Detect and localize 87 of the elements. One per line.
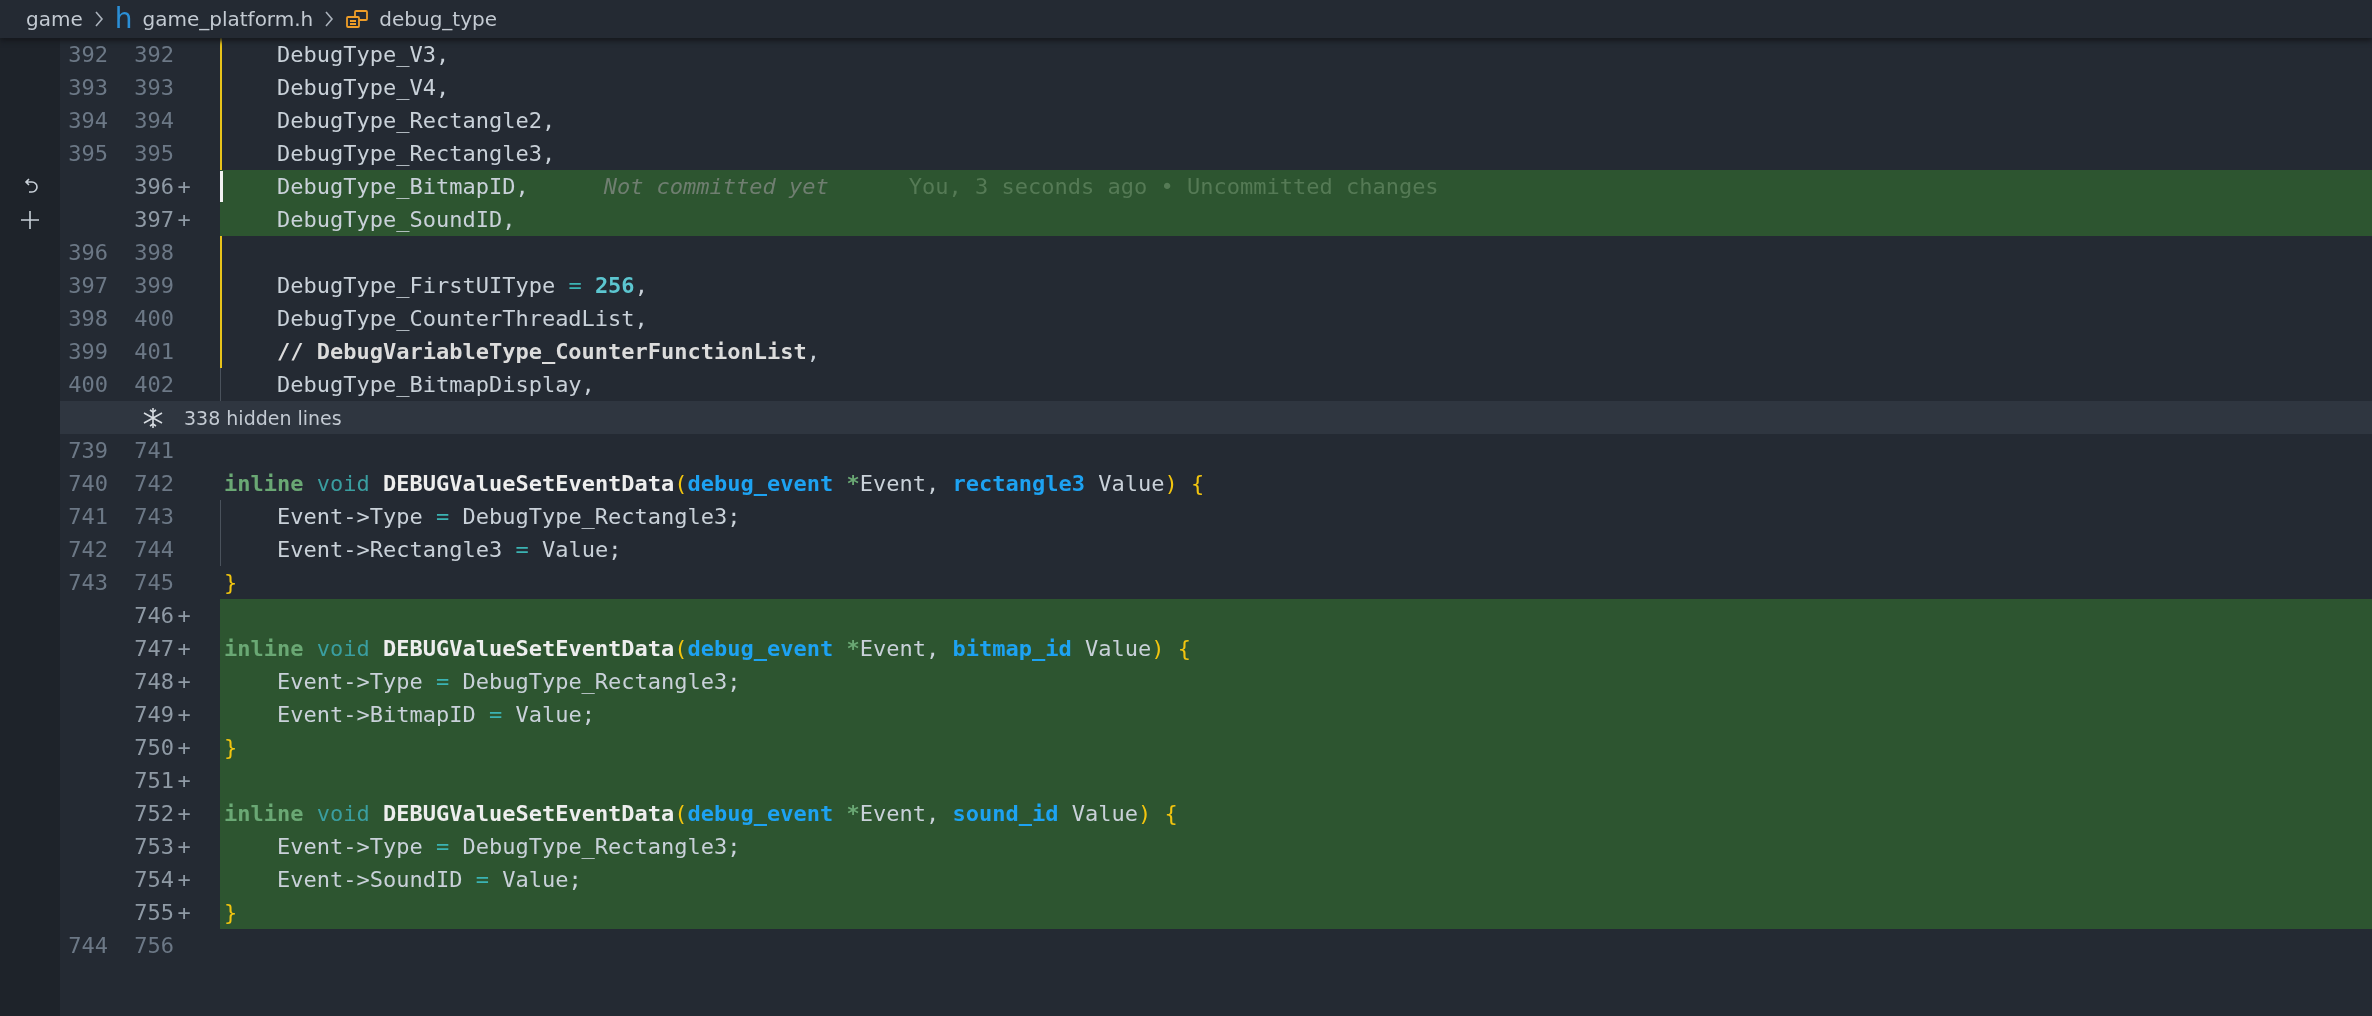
added-sign: +	[176, 701, 192, 729]
line-number: 742	[133, 470, 174, 498]
line-number: 400	[67, 371, 108, 399]
line-number: 753	[133, 833, 174, 861]
line-number: 739	[67, 437, 108, 465]
line-number: 395	[133, 140, 174, 168]
line-number: 751	[133, 767, 174, 795]
line-number: 745	[133, 569, 174, 597]
line-number: 756	[133, 932, 174, 960]
code-line: Event->Rectangle3 = Value;	[275, 537, 622, 562]
added-sign: +	[176, 833, 192, 861]
code-line: DebugType_BitmapDisplay,	[275, 372, 595, 397]
line-number: 398	[67, 305, 108, 333]
added-sign: +	[176, 602, 192, 630]
line-number: 397	[67, 272, 108, 300]
code-line: }	[224, 570, 238, 595]
breadcrumb-item[interactable]: debug_type	[379, 7, 497, 31]
code-line: inline void DEBUGValueSetEventData(debug_event *Event, sound_id Value) {	[224, 801, 1178, 826]
line-number: 752	[133, 800, 174, 828]
line-number: 743	[67, 569, 108, 597]
code-line: // DebugVariableType_CounterFunctionList,	[275, 339, 821, 364]
breadcrumb-item[interactable]: game	[26, 7, 83, 31]
line-number: 394	[133, 107, 174, 135]
line-number: 393	[67, 74, 108, 102]
file-type-icon: h	[114, 5, 133, 33]
line-number: 402	[133, 371, 174, 399]
line-number: 398	[133, 239, 174, 267]
added-sign: +	[176, 899, 192, 927]
line-number: 755	[133, 899, 174, 927]
code-line: DebugType_Rectangle3,	[275, 141, 556, 166]
unfold-icon	[142, 406, 164, 429]
line-number: 393	[133, 74, 174, 102]
code-line: inline void DEBUGValueSetEventData(debug_event *Event, rectangle3 Value) {	[224, 471, 1205, 496]
line-number: 742	[67, 536, 108, 564]
added-sign: +	[176, 206, 192, 234]
line-number: 754	[133, 866, 174, 894]
code-line: DebugType_V3,	[275, 42, 450, 67]
line-number: 746	[133, 602, 174, 630]
line-number: 399	[133, 272, 174, 300]
line-number: 401	[133, 338, 174, 366]
code-line: }	[224, 735, 238, 760]
line-number: 743	[133, 503, 174, 531]
chevron-icon	[92, 9, 105, 29]
code-line: DebugType_CounterThreadList,	[275, 306, 648, 331]
line-number: 747	[133, 635, 174, 663]
line-number: 395	[67, 140, 108, 168]
line-number: 394	[67, 107, 108, 135]
code-line: Event->BitmapID = Value;	[275, 702, 595, 727]
line-number: 749	[133, 701, 174, 729]
line-number: 740	[67, 470, 108, 498]
breadcrumb-item[interactable]: game_platform.h	[142, 7, 314, 31]
line-number: 741	[67, 503, 108, 531]
code-line: DebugType_SoundID,	[275, 207, 516, 232]
added-sign: +	[176, 866, 192, 894]
structure-icon	[345, 9, 370, 29]
added-sign: +	[176, 635, 192, 663]
line-number: 744	[67, 932, 108, 960]
blame-annotation: Not committed yet	[603, 174, 829, 199]
code-line: }	[224, 900, 238, 925]
code-line: DebugType_V4,	[275, 75, 450, 100]
added-sign: +	[176, 173, 192, 201]
line-number: 392	[133, 41, 174, 69]
code-line: Event->Type = DebugType_Rectangle3;	[275, 504, 741, 529]
line-number: 744	[133, 536, 174, 564]
code-line: Event->Type = DebugType_Rectangle3;	[275, 834, 741, 859]
code-line: inline void DEBUGValueSetEventData(debug_event *Event, bitmap_id Value) {	[224, 636, 1191, 661]
added-sign: +	[176, 767, 192, 795]
line-number: 741	[133, 437, 174, 465]
code-line: DebugType_Rectangle2,	[275, 108, 556, 133]
code-line: DebugType_FirstUIType = 256,	[275, 273, 648, 298]
added-sign: +	[176, 668, 192, 696]
line-number: 399	[67, 338, 108, 366]
code-line: Event->Type = DebugType_Rectangle3;	[275, 669, 741, 694]
chevron-icon	[323, 9, 336, 29]
code-line: Event->SoundID = Value;	[275, 867, 582, 892]
line-number: 397	[133, 206, 174, 234]
line-number: 392	[67, 41, 108, 69]
hidden-lines-bar[interactable]: 338 hidden lines	[60, 401, 2372, 434]
hidden-lines-label: 338 hidden lines	[184, 406, 342, 429]
added-sign: +	[176, 734, 192, 762]
line-number: 400	[133, 305, 174, 333]
line-number: 748	[133, 668, 174, 696]
line-number: 396	[133, 173, 174, 201]
line-number: 750	[133, 734, 174, 762]
line-number: 396	[67, 239, 108, 267]
code-line: DebugType_BitmapID,	[275, 174, 529, 199]
added-sign: +	[176, 800, 192, 828]
